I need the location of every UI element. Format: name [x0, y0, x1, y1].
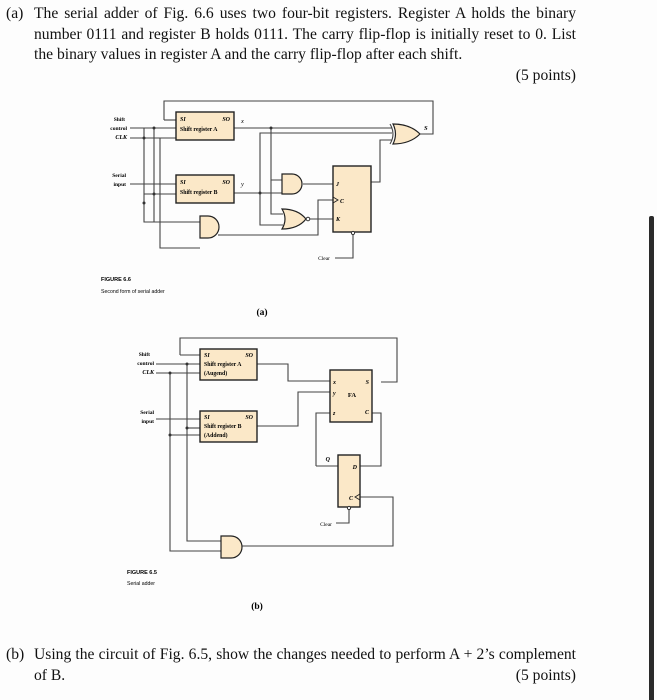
- fig-b-dff-d: D: [352, 465, 358, 471]
- fig-b-reg-a-sub: (Augend): [204, 370, 227, 377]
- fig-b-shift-register-b: SI SO Shift register B (Addend): [199, 410, 258, 443]
- fig-b-reg-a-name: Shift register A: [204, 362, 242, 368]
- fig-b-shift-register-a: SI SO Shift register A (Augend): [199, 348, 258, 381]
- fig-a-reg-a-si: SI: [180, 117, 186, 123]
- fig-b-shift-control-label-2: control: [137, 361, 154, 367]
- fig-b-fa-x: x: [332, 380, 336, 386]
- fig-b-fa-y: y: [332, 391, 336, 397]
- fig-b-clear-label: Clear: [320, 522, 332, 528]
- fig-a-and-gate-clock: [199, 215, 220, 239]
- fig-a-reg-b-si: SI: [180, 180, 186, 186]
- fig-a-reg-a-name: Shift register A: [180, 127, 218, 133]
- fig-b-reg-b-sub: (Addend): [204, 432, 228, 439]
- fig-b-caption-text: Serial adder: [127, 581, 155, 587]
- fig-b-reg-a-si: SI: [204, 353, 210, 359]
- fig-a-serial-input-label-2: input: [113, 182, 126, 188]
- fig-a-sublabel: (a): [256, 307, 267, 318]
- fig-b-sublabel: (b): [251, 601, 263, 612]
- fig-b-reg-b-so: SO: [245, 415, 253, 421]
- fig-a-shift-control-label-2: control: [110, 126, 127, 132]
- fig-a-x-label: x: [240, 118, 244, 125]
- fig-a-sum-label: S: [424, 125, 428, 132]
- figure-6-6-diagram: Shift control CLK Serial input SI SO Shi…: [101, 100, 434, 612]
- fig-b-and-gate-clock: [220, 535, 243, 559]
- fig-a-shift-control-label-1: Shift: [114, 117, 125, 123]
- fig-b-reg-a-so: SO: [245, 353, 253, 359]
- fig-b-shift-control-label-1: Shift: [139, 352, 150, 358]
- question-b-text: Using the circuit of Fig. 6.5, show the …: [34, 646, 576, 684]
- fig-a-caption-title: FIGURE 6.6: [101, 277, 131, 283]
- fig-a-clear-label: Clear: [318, 256, 330, 262]
- fig-a-reg-b-so: SO: [222, 180, 230, 186]
- fig-b-caption-title: FIGURE 6.5: [127, 570, 157, 576]
- fig-b-serial-input-label-2: input: [141, 419, 154, 425]
- fig-a-shift-register-b: SI SO Shift register B: [175, 174, 235, 204]
- fig-b-dff-q: Q: [326, 457, 331, 463]
- question-b-label: (b): [6, 646, 25, 663]
- fig-b-clk-label: CLK: [142, 370, 155, 376]
- fig-a-jk-flip-flop: J C K: [332, 165, 372, 236]
- fig-a-clk-label: CLK: [115, 135, 128, 141]
- fig-a-reg-a-so: SO: [222, 117, 230, 123]
- scrollbar[interactable]: [649, 216, 654, 700]
- fig-a-and-gate-j: [281, 173, 303, 195]
- fig-b-d-flip-flop: D C: [337, 454, 361, 511]
- fig-a-shift-register-a: SI SO Shift register A: [175, 111, 235, 141]
- fig-a-serial-input-label-1: Serial: [112, 173, 126, 179]
- fig-a-xor-gate: [389, 123, 421, 145]
- question-b-points: (5 points): [515, 666, 576, 684]
- fig-b-reg-b-si: SI: [204, 415, 210, 421]
- fig-b-reg-b-name: Shift register B: [204, 424, 242, 430]
- fig-a-nor-gate-k: [280, 208, 311, 230]
- fig-b-full-adder: x y z FA S C: [329, 369, 373, 423]
- fig-a-y-label: y: [240, 181, 244, 188]
- fig-a-reg-b-name: Shift register B: [180, 190, 218, 196]
- fig-b-fa-name: FA: [348, 392, 356, 399]
- question-b: (b) Using the circuit of Fig. 6.5, show …: [6, 645, 576, 686]
- fig-a-caption-text: Second form of serial adder: [101, 289, 165, 295]
- fig-b-serial-input-label-1: Serial: [140, 410, 154, 416]
